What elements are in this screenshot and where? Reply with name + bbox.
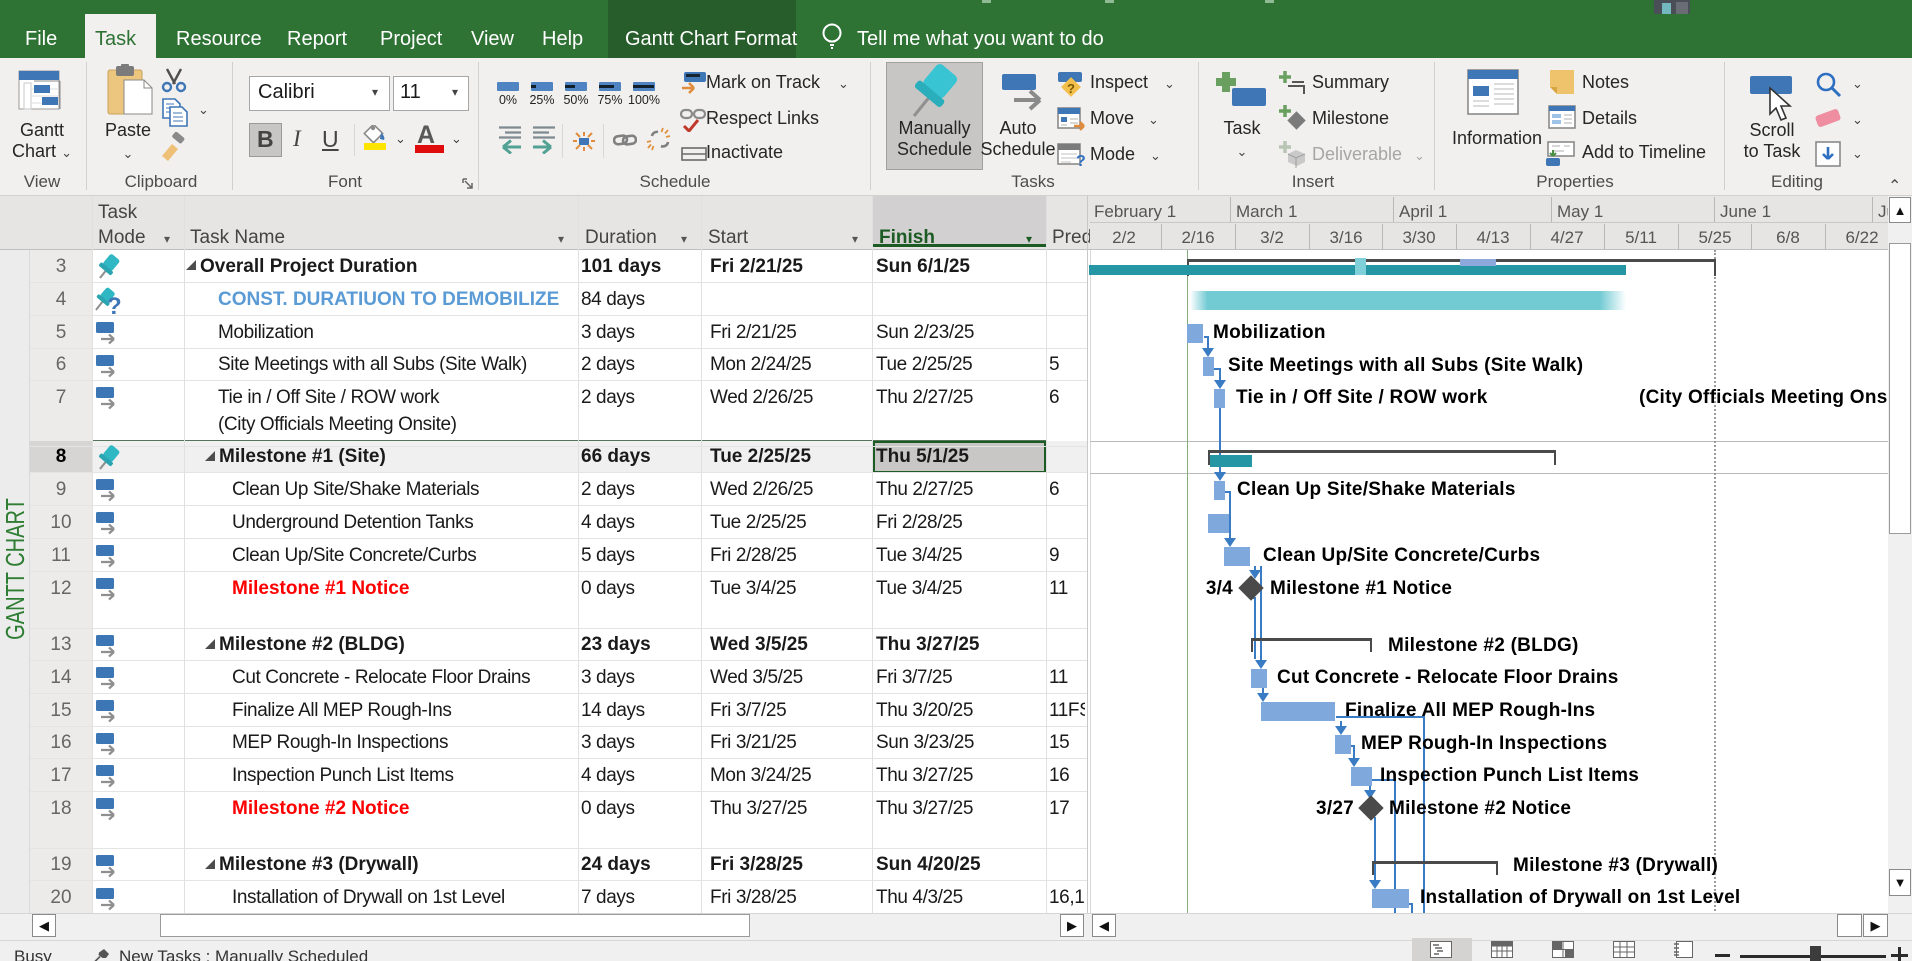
svg-text:?: ? [1076, 153, 1086, 168]
svg-text:?: ? [1067, 81, 1075, 96]
svg-text:?: ? [107, 293, 122, 316]
